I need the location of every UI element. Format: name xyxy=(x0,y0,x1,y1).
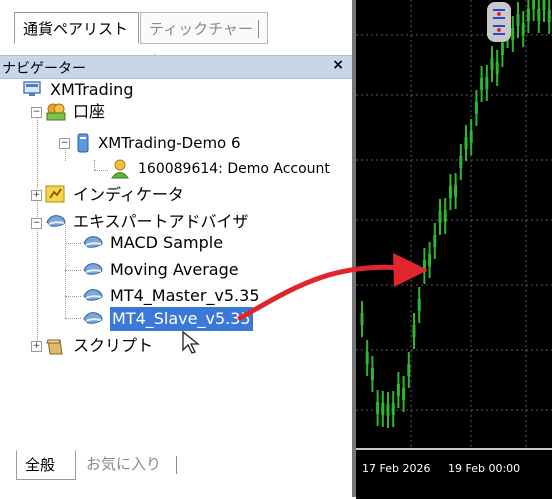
tree-line xyxy=(65,225,66,318)
tree-item-ea[interactable]: MT4_Master_v5.35 xyxy=(82,284,260,308)
expand-toggle[interactable]: + xyxy=(31,190,42,201)
tree-item-label: XMTrading xyxy=(50,80,134,99)
user-icon xyxy=(110,159,132,179)
mouse-cursor-icon xyxy=(181,330,203,360)
collapse-toggle[interactable]: − xyxy=(59,138,70,149)
expert-advisor-icon xyxy=(82,260,104,280)
collapse-toggle[interactable]: − xyxy=(31,107,42,118)
script-icon xyxy=(45,336,67,356)
trade-marker-icon xyxy=(487,2,511,42)
tree-line xyxy=(65,318,81,319)
tab-tick-chart[interactable]: ティックチャート xyxy=(140,12,268,70)
navigator-panel: 通貨ペアリスト ティックチャート ナビゲーター × XMTrading − 口座… xyxy=(0,0,356,497)
accounts-icon xyxy=(45,102,67,122)
tab-separator xyxy=(258,20,259,38)
tree-item-indicators[interactable]: インディケータ xyxy=(45,183,184,207)
tree-line xyxy=(94,170,108,171)
tab-general[interactable]: 全般 xyxy=(16,450,76,480)
navigator-title: ナビゲーター xyxy=(2,61,86,77)
tree-item-server[interactable]: XMTrading-Demo 6 xyxy=(76,131,241,155)
tree-item-xmtrading[interactable]: XMTrading xyxy=(22,78,133,102)
time-axis-label: 17 Feb 2026 xyxy=(362,462,431,475)
chart-grid xyxy=(356,0,552,448)
tree-item-ea[interactable]: Moving Average xyxy=(82,258,239,282)
tab-separator xyxy=(176,456,177,474)
expert-advisor-icon xyxy=(45,212,67,232)
tree-item-label: MT4_Master_v5.35 xyxy=(110,286,260,305)
tree-item-label: 160089614: Demo Account xyxy=(138,161,330,177)
tree-item-scripts[interactable]: スクリプト xyxy=(45,334,153,358)
tree-item-label: スクリプト xyxy=(73,336,154,355)
tree-line xyxy=(65,270,81,271)
tab-currency-pair-list[interactable]: 通貨ペアリスト xyxy=(14,12,139,44)
tree-line xyxy=(65,243,81,244)
server-icon xyxy=(76,133,92,153)
computer-icon xyxy=(22,80,44,100)
tree-item-label: 口座 xyxy=(73,102,106,121)
expert-advisor-icon xyxy=(82,286,104,306)
time-axis: 17 Feb 2026 19 Feb 00:00 xyxy=(356,448,552,499)
indicator-icon xyxy=(45,185,67,205)
tree-line xyxy=(94,160,95,170)
tree-item-account[interactable]: 160089614: Demo Account xyxy=(110,157,330,181)
tree-item-label: Moving Average xyxy=(110,260,239,279)
market-tabs: 通貨ペアリスト ティックチャート xyxy=(14,12,344,70)
tree-item-accounts[interactable]: 口座 xyxy=(45,100,105,124)
tab-favorites[interactable]: お気に入り xyxy=(78,450,188,480)
navigator-header: ナビゲーター × xyxy=(0,55,352,79)
candlestick-series xyxy=(360,0,551,428)
tree-item-ea-selected[interactable]: MT4_Slave_v5.35 xyxy=(82,307,253,331)
tree-item-label: XMTrading-Demo 6 xyxy=(98,134,241,152)
tree-line xyxy=(37,112,38,349)
bottom-tabs: 全般 お気に入り xyxy=(16,450,316,480)
tree-item-label: MACD Sample xyxy=(110,233,224,252)
price-chart[interactable]: 17 Feb 2026 19 Feb 00:00 xyxy=(356,0,552,499)
collapse-toggle[interactable]: − xyxy=(31,218,42,229)
time-axis-label: 19 Feb 00:00 xyxy=(448,462,521,475)
tree-line xyxy=(65,296,81,297)
close-button[interactable]: × xyxy=(332,57,344,73)
expand-toggle[interactable]: + xyxy=(31,341,42,352)
tree-item-label: MT4_Slave_v5.35 xyxy=(110,307,253,331)
expert-advisor-icon xyxy=(82,233,104,253)
expert-advisor-icon xyxy=(82,309,104,329)
chart-canvas xyxy=(356,0,552,448)
tree-item-ea[interactable]: MACD Sample xyxy=(82,231,223,255)
tree-item-label: インディケータ xyxy=(73,185,184,204)
